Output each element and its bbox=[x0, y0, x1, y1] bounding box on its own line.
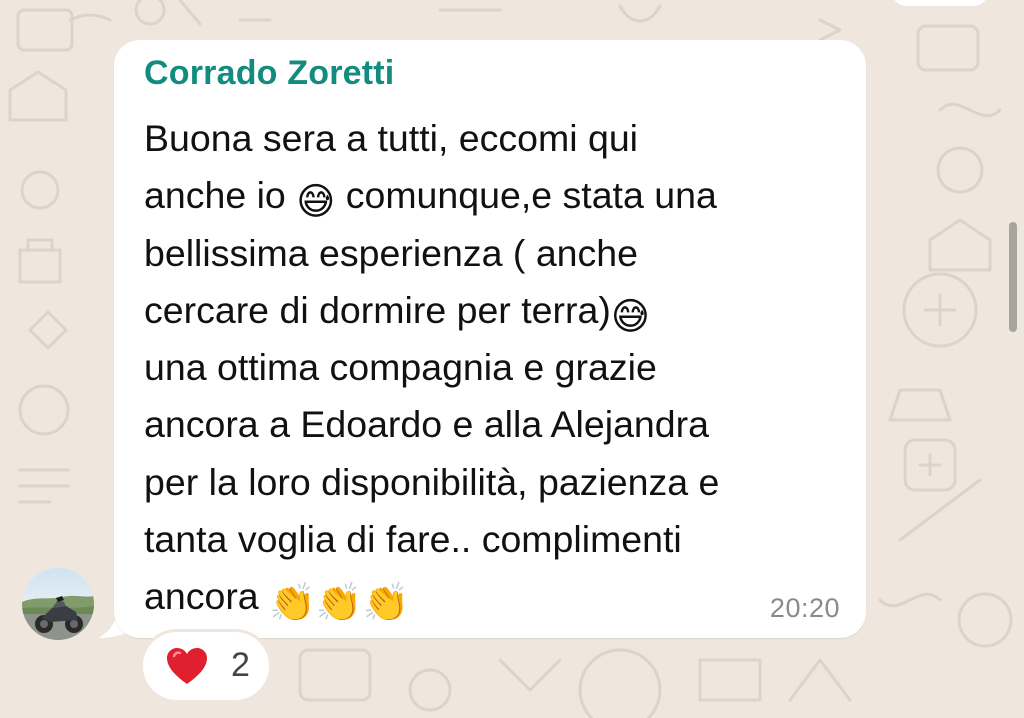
message-line: bellissima esperienza ( anche bbox=[144, 225, 864, 282]
message-line: ancora a Edoardo e alla Alejandra bbox=[144, 396, 864, 453]
message-line-text: cercare di dormire per terra) bbox=[144, 288, 611, 331]
sender-name[interactable]: Corrado Zoretti bbox=[144, 54, 394, 93]
message-line: anche io 😅 comunque,e stata una bbox=[144, 167, 864, 224]
message-line: cercare di dormire per terra)😅 bbox=[144, 282, 864, 339]
avatar-motorcycle-photo bbox=[22, 568, 94, 640]
message-line-text: bellissima esperienza ( anche bbox=[144, 231, 639, 274]
clapping-hands-emoji: 👏👏👏 bbox=[269, 580, 410, 625]
message-line-text: per la loro disponibilità, pazienza e bbox=[144, 460, 720, 503]
message-line-text: Buona sera a tutti, eccomi qui bbox=[144, 117, 639, 159]
message-line: ancora 👏👏👏 bbox=[144, 568, 864, 625]
reaction-count: 2 bbox=[231, 646, 250, 684]
message-timestamp: 20:20 bbox=[769, 593, 840, 623]
reaction-pill[interactable]: 2 bbox=[143, 632, 269, 700]
message-text: Buona sera a tutti, eccomi qui anche io … bbox=[144, 110, 864, 626]
message-line-text: anche io bbox=[144, 174, 297, 217]
message-line: una ottima compagnia e grazie bbox=[144, 339, 864, 396]
message-line: per la loro disponibilità, pazienza e bbox=[144, 454, 864, 511]
heart-icon bbox=[167, 648, 207, 684]
message-line-text: ancora a Edoardo e alla Alejandra bbox=[144, 403, 709, 446]
message-line-text: comunque,e stata una bbox=[335, 174, 717, 217]
avatar[interactable] bbox=[22, 568, 94, 640]
message-bubble[interactable]: Corrado Zoretti Buona sera a tutti, ecco… bbox=[114, 40, 866, 638]
grinning-sweat-emoji: 😅 bbox=[296, 179, 336, 224]
message-line: tanta voglia di fare.. complimenti bbox=[144, 511, 864, 568]
previous-bubble-edge bbox=[892, 0, 988, 6]
message-line-text: ancora bbox=[144, 575, 270, 618]
message-line: Buona sera a tutti, eccomi qui bbox=[144, 110, 864, 167]
grinning-sweat-emoji: 😅 bbox=[610, 293, 650, 338]
message-line-text: tanta voglia di fare.. complimenti bbox=[144, 518, 682, 561]
scrollbar[interactable] bbox=[1009, 222, 1017, 332]
message-line-text: una ottima compagnia e grazie bbox=[144, 346, 657, 389]
